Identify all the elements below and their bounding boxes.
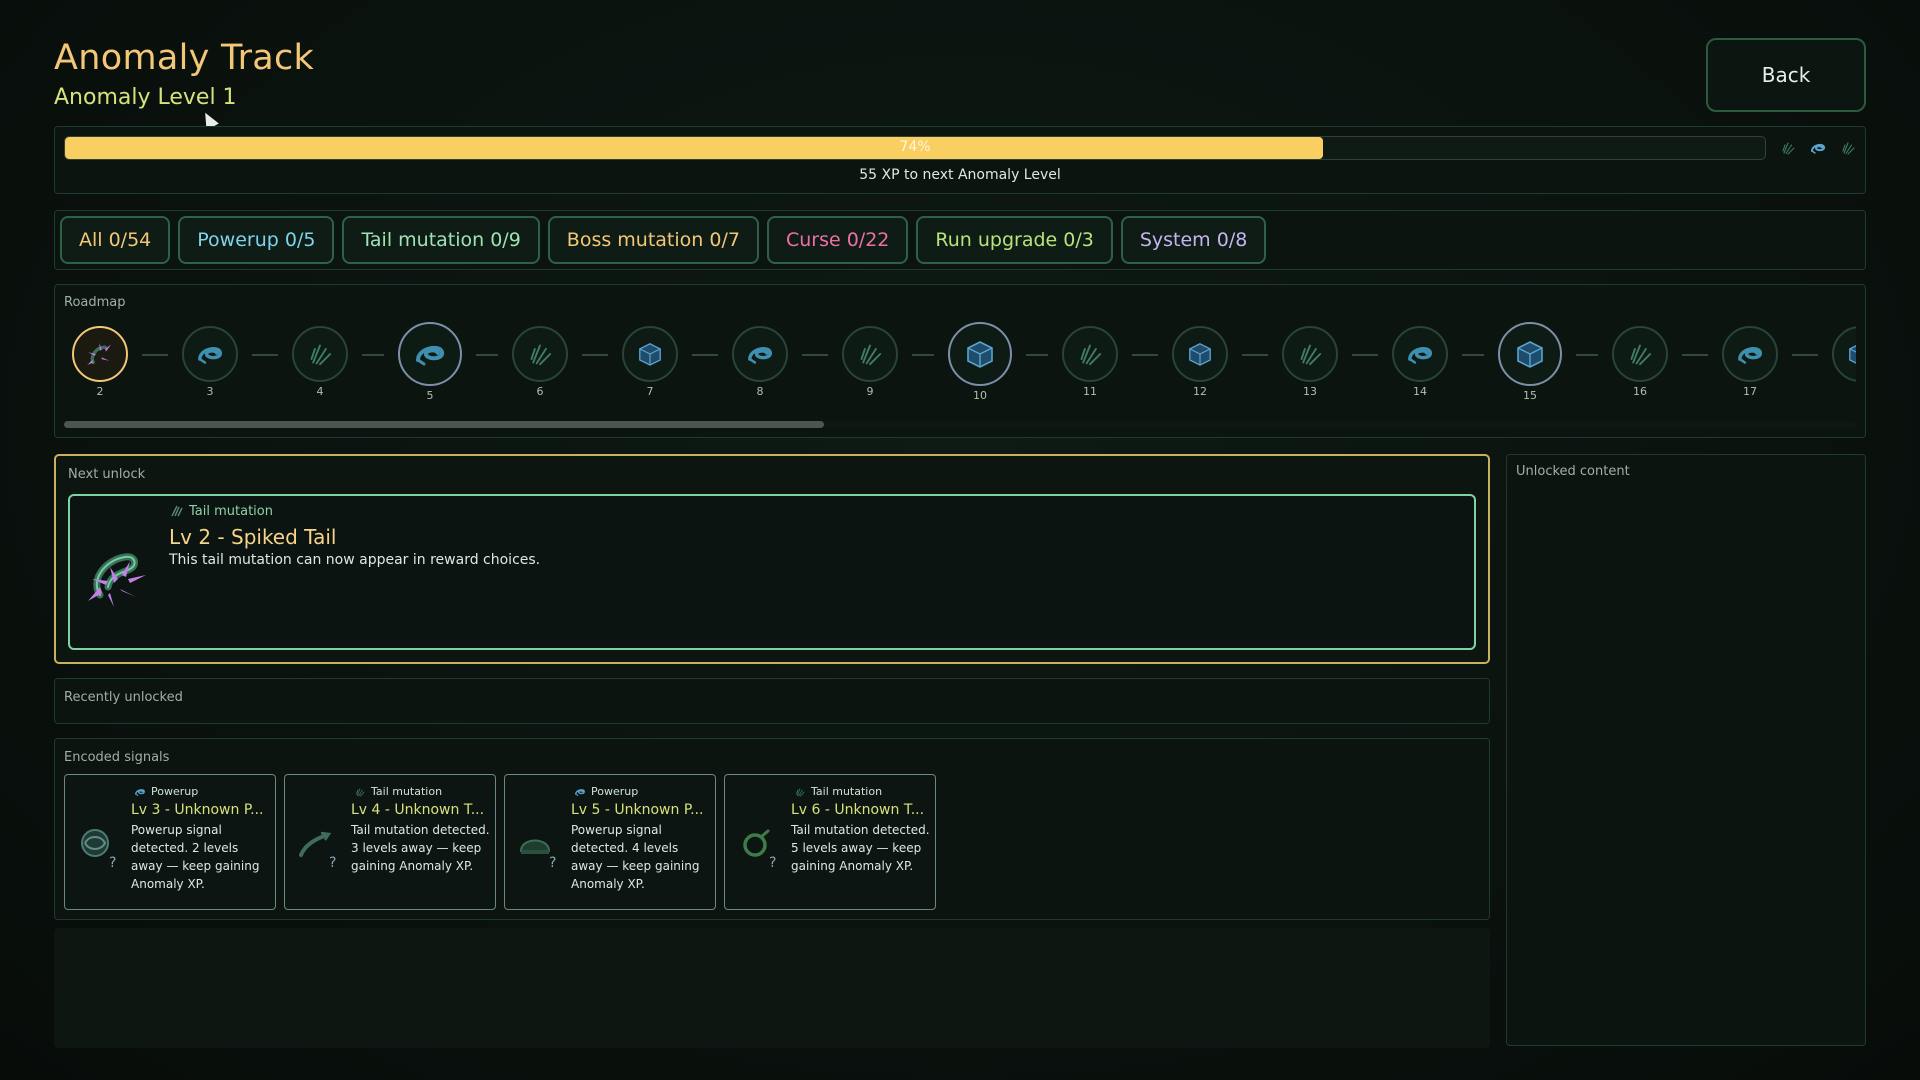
filter-tab-1[interactable]: Powerup 0/5 bbox=[178, 216, 335, 264]
recently-unlocked-panel bbox=[54, 678, 1490, 724]
signal-type: Powerup bbox=[151, 785, 199, 798]
signal-description: Powerup signal detected. 4 levels away —… bbox=[571, 823, 700, 891]
tail-icon bbox=[135, 789, 145, 797]
claw-icon bbox=[1842, 142, 1855, 155]
next-unlock-description: This tail mutation can now appear in rew… bbox=[169, 552, 541, 568]
next-unlock-label: Next unlock bbox=[68, 467, 146, 482]
claw-icon bbox=[1782, 142, 1795, 155]
xp-reward-1 bbox=[1808, 138, 1828, 158]
signal-type-icon-wrap bbox=[133, 784, 147, 798]
signal-card[interactable]: ? Powerup Lv 3 - Unknown P... Powerup sign… bbox=[64, 774, 276, 910]
unknown-mark: ? bbox=[329, 855, 337, 871]
signal-type-icon-wrap bbox=[353, 784, 367, 798]
signal-type: Tail mutation bbox=[811, 785, 883, 798]
filter-tab-6[interactable]: System 0/8 bbox=[1120, 216, 1267, 264]
xp-reward-2 bbox=[1838, 138, 1858, 158]
roadmap-panel bbox=[54, 284, 1866, 438]
signal-type-icon-wrap bbox=[793, 784, 807, 798]
xp-percent-label: 74% bbox=[899, 139, 931, 155]
claw-icon bbox=[171, 505, 183, 517]
unknown-mark: ? bbox=[109, 855, 117, 871]
page-title: Anomaly Track bbox=[54, 38, 315, 78]
signal-card[interactable]: ? Tail mutation Lv 4 - Unknown T... Tail m… bbox=[284, 774, 496, 910]
xp-to-next-label: 55 XP to next Anomaly Level bbox=[859, 167, 1061, 183]
anomaly-level-label: Anomaly Level 1 bbox=[54, 85, 237, 110]
filter-tab-2[interactable]: Tail mutation 0/9 bbox=[342, 216, 540, 264]
back-button[interactable]: Back bbox=[1706, 38, 1866, 112]
next-unlock-type: Tail mutation bbox=[189, 504, 273, 519]
roadmap-label: Roadmap bbox=[64, 295, 126, 310]
filter-tab-0[interactable]: All 0/54 bbox=[60, 216, 171, 264]
unlocked-content-panel bbox=[1506, 454, 1866, 1046]
tail-icon bbox=[575, 789, 585, 797]
unknown-mark: ? bbox=[549, 855, 557, 871]
signal-card[interactable]: ? Tail mutation Lv 6 - Unknown T... Tail m… bbox=[724, 774, 936, 910]
signal-description: Tail mutation detected. 3 levels away — … bbox=[351, 823, 490, 873]
signal-title: Lv 3 - Unknown P... bbox=[131, 802, 264, 818]
category-filter-tabs: All 0/54 Powerup 0/5 Tail mutation 0/9 Boss… bbox=[60, 216, 1267, 264]
filter-tab-5[interactable]: Run upgrade 0/3 bbox=[916, 216, 1113, 264]
signal-title: Lv 6 - Unknown T... bbox=[791, 802, 925, 818]
signal-title: Lv 4 - Unknown T... bbox=[351, 802, 485, 818]
signal-description: Powerup signal detected. 2 levels away —… bbox=[131, 823, 260, 891]
unknown-mark: ? bbox=[769, 855, 777, 871]
claw-icon bbox=[356, 788, 365, 797]
signal-type: Tail mutation bbox=[371, 785, 443, 798]
next-unlock-card[interactable] bbox=[68, 494, 1476, 650]
roadmap-scrollbar-thumb[interactable] bbox=[64, 421, 824, 428]
unlocked-content-label: Unlocked content bbox=[1516, 464, 1630, 479]
tail-icon bbox=[1811, 143, 1826, 154]
filter-tab-3[interactable]: Boss mutation 0/7 bbox=[547, 216, 759, 264]
recently-unlocked-label: Recently unlocked bbox=[64, 690, 183, 705]
filter-tab-4[interactable]: Curse 0/22 bbox=[766, 216, 909, 264]
signal-title: Lv 5 - Unknown P... bbox=[571, 802, 704, 818]
empty-content-area bbox=[54, 928, 1490, 1048]
signal-description: Tail mutation detected. 5 levels away — … bbox=[791, 823, 930, 873]
signal-type: Powerup bbox=[591, 785, 639, 798]
encoded-signals-label: Encoded signals bbox=[64, 750, 170, 765]
next-unlock-title: Lv 2 - Spiked Tail bbox=[169, 525, 337, 549]
signal-card[interactable]: ? Powerup Lv 5 - Unknown P... Powerup sign… bbox=[504, 774, 716, 910]
spiked-tail-icon bbox=[88, 553, 146, 607]
xp-reward-0 bbox=[1778, 138, 1798, 158]
claw-icon bbox=[796, 788, 805, 797]
signal-type-icon-wrap bbox=[573, 784, 587, 798]
